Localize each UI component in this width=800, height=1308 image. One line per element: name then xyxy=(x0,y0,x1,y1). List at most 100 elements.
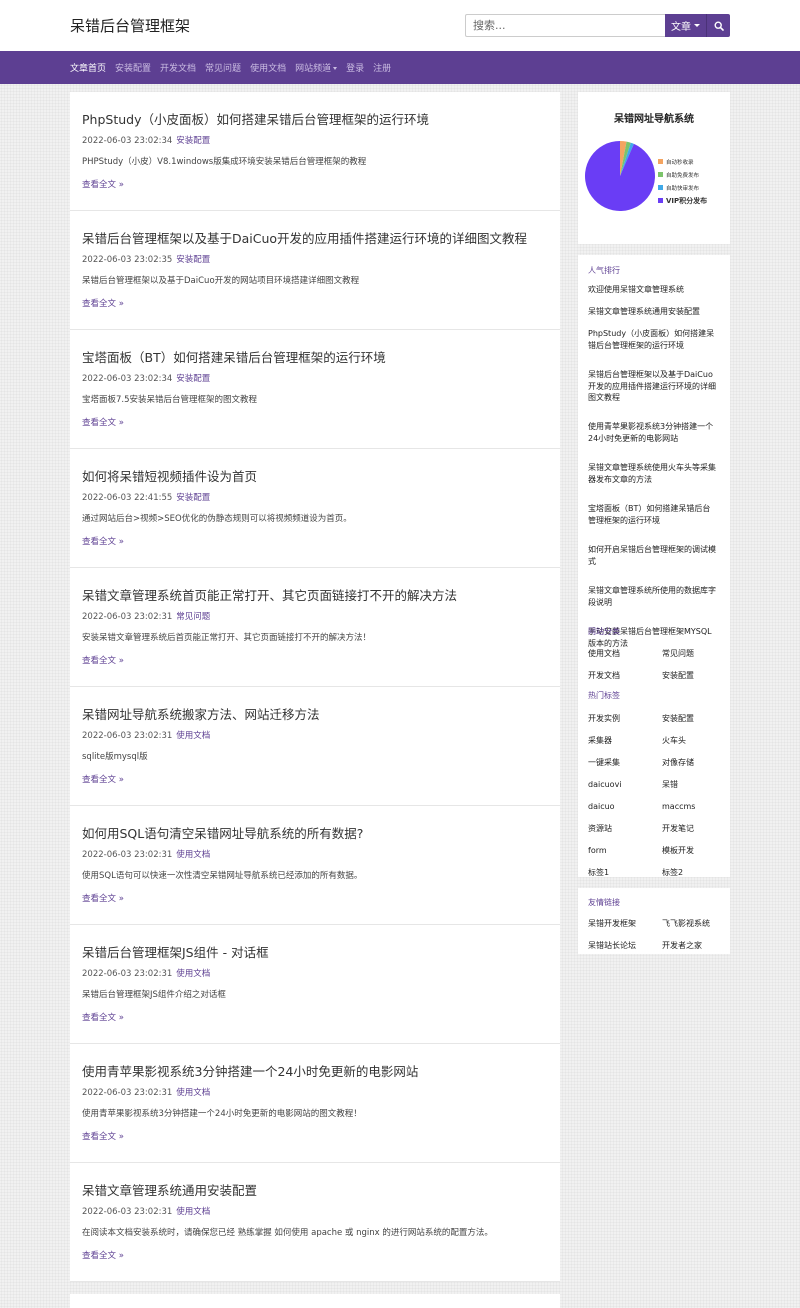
tag-link[interactable]: maccms xyxy=(662,801,723,823)
read-more-link[interactable]: 查看全文 » xyxy=(82,416,124,428)
tag-link[interactable]: 资源站 xyxy=(588,823,662,845)
tag-link[interactable]: 一键采集 xyxy=(588,757,662,779)
post-category-link[interactable]: 安装配置 xyxy=(176,493,210,503)
nav-item[interactable]: 安装配置 xyxy=(115,61,151,74)
site-title[interactable]: 呆错后台管理框架 xyxy=(70,15,190,36)
hot-list-item[interactable]: 呆错文章管理系统通用安装配置 xyxy=(588,306,718,328)
nav-item[interactable]: 网站频道 xyxy=(295,61,338,74)
post-list: PhpStudy（小皮面板）如何搭建呆错后台管理框架的运行环境 2022-06-0… xyxy=(70,92,560,1308)
post-meta: 2022-06-03 22:41:55 安装配置 xyxy=(82,491,210,503)
read-more-link[interactable]: 查看全文 » xyxy=(82,1011,124,1023)
chart-panel: 呆错网址导航系统 自动秒收录 自助免费发布 自助快审发布 VIP积分发布 xyxy=(578,92,730,244)
post-title[interactable]: 呆错文章管理系统通用安装配置 xyxy=(82,1180,257,1199)
tag-link[interactable]: 火车头 xyxy=(662,735,723,757)
hot-list-item[interactable]: 呆错后台管理框架以及基于DaiCuo开发的应用插件搭建运行环境的详细图文教程 xyxy=(588,369,718,421)
post-date: 2022-06-03 23:02:34 xyxy=(82,374,173,384)
tag-link[interactable]: 模板开发 xyxy=(662,845,723,867)
category-title: 网站分类 xyxy=(588,627,620,636)
friend-link[interactable]: 呆错开发框架 xyxy=(588,918,662,940)
hot-list-item[interactable]: 欢迎使用呆错文章管理系统 xyxy=(588,284,718,306)
post-title[interactable]: PhpStudy（小皮面板）如何搭建呆错后台管理框架的运行环境 xyxy=(82,109,429,128)
post-title[interactable]: 使用青苹果影视系统3分钟搭建一个24小时免更新的电影网站 xyxy=(82,1061,418,1080)
category-link[interactable]: 常见问题 xyxy=(662,648,723,670)
tag-link[interactable]: 对像存储 xyxy=(662,757,723,779)
tag-link[interactable]: daicuovi xyxy=(588,779,662,801)
chevron-down-icon xyxy=(694,24,700,27)
category-link[interactable]: 使用文档 xyxy=(588,648,662,670)
tag-link[interactable]: 标签1 xyxy=(588,867,662,889)
legend-label: VIP积分发布 xyxy=(666,196,708,205)
read-more-link[interactable]: 查看全文 » xyxy=(82,178,124,190)
hot-list-item[interactable]: 呆错文章管理系统使用火车头等采集器发布文章的方法 xyxy=(588,462,718,503)
nav-item[interactable]: 使用文档 xyxy=(250,61,286,74)
post-category-link[interactable]: 使用文档 xyxy=(176,1207,210,1217)
tag-link[interactable]: form xyxy=(588,845,662,867)
nav-item[interactable]: 常见问题 xyxy=(205,61,241,74)
read-more-link[interactable]: 查看全文 » xyxy=(82,535,124,547)
tags-title: 热门标签 xyxy=(588,691,620,700)
nav-item[interactable]: 开发文档 xyxy=(160,61,196,74)
read-more-link[interactable]: 查看全文 » xyxy=(82,297,124,309)
post-card: PhpStudy（小皮面板）如何搭建呆错后台管理框架的运行环境 2022-06-0… xyxy=(70,92,560,211)
nav-item-label: 常见问题 xyxy=(205,64,242,74)
tag-link[interactable]: 安装配置 xyxy=(662,713,723,735)
nav-item[interactable]: 文章首页 xyxy=(70,61,106,74)
nav-item[interactable]: 登录 xyxy=(346,61,364,74)
post-title[interactable]: 宝塔面板（BT）如何搭建呆错后台管理框架的运行环境 xyxy=(82,347,386,366)
nav-item[interactable]: 注册 xyxy=(373,61,391,74)
friend-link[interactable]: 飞飞影视系统 xyxy=(662,918,723,940)
post-card: 呆错后台管理框架以及基于DaiCuo开发的应用插件搭建运行环境的详细图文教程 20… xyxy=(70,211,560,330)
search-button[interactable] xyxy=(707,14,730,37)
legend-item: 自助免费发布 xyxy=(658,168,707,181)
tag-link[interactable]: 采集器 xyxy=(588,735,662,757)
read-more-link[interactable]: 查看全文 » xyxy=(82,1130,124,1142)
search-type-label: 文章 xyxy=(671,22,691,33)
search-input[interactable] xyxy=(465,14,665,37)
category-grid: 使用文档 常见问题 开发文档 安装配置 xyxy=(588,648,723,692)
hot-list-item[interactable]: 呆错文章管理系统所使用的数据库字段说明 xyxy=(588,585,718,626)
category-link[interactable]: 安装配置 xyxy=(662,670,723,692)
tag-link[interactable]: 开发实例 xyxy=(588,713,662,735)
tag-link[interactable]: daicuo xyxy=(588,801,662,823)
main-nav: 文章首页 安装配置 开发文档 常见问题 使用文档 网站频道 登录 注册 xyxy=(0,51,800,84)
post-category-link[interactable]: 使用文档 xyxy=(176,1088,210,1098)
chart-legend: 自动秒收录 自助免费发布 自助快审发布 VIP积分发布 xyxy=(658,155,707,207)
tag-link[interactable]: 标签2 xyxy=(662,867,723,889)
post-title[interactable]: 呆错后台管理框架以及基于DaiCuo开发的应用插件搭建运行环境的详细图文教程 xyxy=(82,228,527,247)
read-more-link[interactable]: 查看全文 » xyxy=(82,892,124,904)
friend-link[interactable]: 呆错站长论坛 xyxy=(588,940,662,962)
post-title[interactable]: 呆错文章管理系统首页能正常打开、其它页面链接打不开的解决方法 xyxy=(82,585,457,604)
post-date: 2022-06-03 23:02:31 xyxy=(82,969,173,979)
post-date: 2022-06-03 22:41:55 xyxy=(82,493,173,503)
post-title[interactable]: 呆错后台管理框架JS组件 - 对话框 xyxy=(82,942,269,961)
post-category-link[interactable]: 使用文档 xyxy=(176,850,210,860)
read-more-link[interactable]: 查看全文 » xyxy=(82,654,124,666)
post-title[interactable]: 如何用SQL语句清空呆错网址导航系统的所有数据? xyxy=(82,823,363,842)
post-category-link[interactable]: 使用文档 xyxy=(176,969,210,979)
chevron-down-icon xyxy=(333,67,338,70)
tag-link[interactable]: 开发笔记 xyxy=(662,823,723,845)
read-more-link[interactable]: 查看全文 » xyxy=(82,1249,124,1261)
hot-list-item[interactable]: 使用青苹果影视系统3分钟搭建一个24小时免更新的电影网站 xyxy=(588,421,718,462)
read-more-link[interactable]: 查看全文 » xyxy=(82,773,124,785)
hot-list-item[interactable]: 宝塔面板（BT）如何搭建呆错后台管理框架的运行环境 xyxy=(588,503,718,544)
legend-swatch xyxy=(658,172,663,177)
post-description: 安装呆错文章管理系统后首页能正常打开、其它页面链接打不开的解决方法！ xyxy=(82,633,372,643)
category-link[interactable]: 开发文档 xyxy=(588,670,662,692)
tag-link[interactable]: 呆错 xyxy=(662,779,723,801)
legend-item: 自动秒收录 xyxy=(658,155,707,168)
post-card: 呆错文章管理系统首页能正常打开、其它页面链接打不开的解决方法 2022-06-03… xyxy=(70,568,560,687)
search-icon xyxy=(713,20,724,31)
post-category-link[interactable]: 安装配置 xyxy=(176,136,210,146)
hot-list-item[interactable]: 如何开启呆错后台管理框架的调试模式 xyxy=(588,544,718,585)
hot-list: 欢迎使用呆错文章管理系统 呆错文章管理系统通用安装配置 PhpStudy（小皮面板）… xyxy=(588,284,718,656)
friend-link[interactable]: 开发者之家 xyxy=(662,940,723,962)
post-title[interactable]: 呆错网址导航系统搬家方法、网站迁移方法 xyxy=(82,704,320,723)
post-category-link[interactable]: 常见问题 xyxy=(176,612,210,622)
hot-list-item[interactable]: PhpStudy（小皮面板）如何搭建呆错后台管理框架的运行环境 xyxy=(588,328,718,369)
post-title[interactable]: 如何将呆错短视频插件设为首页 xyxy=(82,466,257,485)
search-type-dropdown[interactable]: 文章 xyxy=(665,14,707,37)
post-category-link[interactable]: 使用文档 xyxy=(176,731,210,741)
post-category-link[interactable]: 安装配置 xyxy=(176,255,210,265)
post-category-link[interactable]: 安装配置 xyxy=(176,374,210,384)
